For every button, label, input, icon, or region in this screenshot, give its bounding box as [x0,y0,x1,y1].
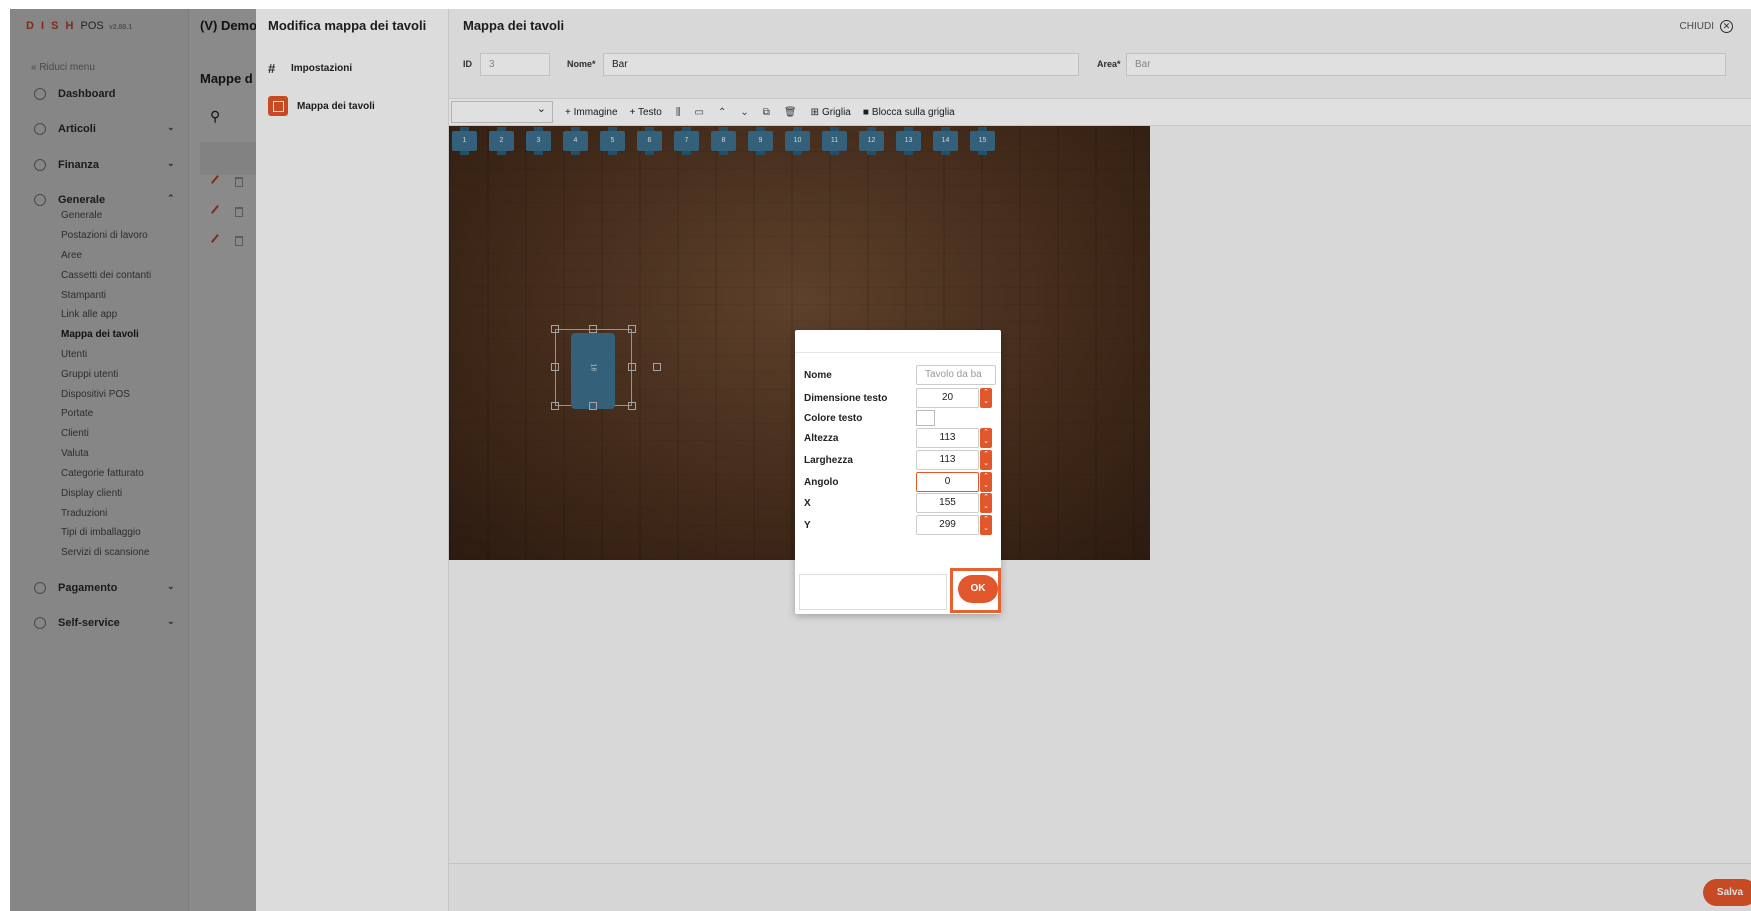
table-properties-dialog: Nome Tavolo da ba Dimensione testo 20 ⌃ ⌄… [795,330,1001,614]
x-input[interactable]: 155 [916,493,979,513]
text-size-input[interactable]: 20 [916,388,979,408]
x-label: X [804,497,811,509]
table-name-input[interactable]: Tavolo da ba [916,365,996,385]
dialog-header [795,330,1001,353]
x-stepper[interactable]: ⌃ ⌄ [980,493,992,513]
y-stepper[interactable]: ⌃ ⌄ [980,515,992,535]
height-stepper[interactable]: ⌃ ⌄ [980,428,992,448]
y-input[interactable]: 299 [916,515,979,535]
text-color-label: Colore testo [804,412,863,424]
angle-input[interactable]: 0 [916,472,979,492]
dialog-footer-area [799,574,947,610]
text-size-stepper[interactable]: ⌃ ⌄ [980,388,992,408]
width-stepper[interactable]: ⌃ ⌄ [980,450,992,470]
width-input[interactable]: 113 [916,450,979,470]
screen: D I S H POS v2.88.1 « Riduci menu Dashbo… [10,9,1751,911]
angle-stepper[interactable]: ⌃ ⌄ [980,472,992,492]
ok-button[interactable]: OK [958,575,998,603]
width-label: Larghezza [804,454,853,466]
height-label: Altezza [804,432,839,444]
y-label: Y [804,519,811,531]
name-label: Nome [804,369,832,381]
height-input[interactable]: 113 [916,428,979,448]
text-size-label: Dimensione testo [804,392,888,404]
text-color-swatch[interactable] [916,410,935,426]
angle-label: Angolo [804,476,839,488]
